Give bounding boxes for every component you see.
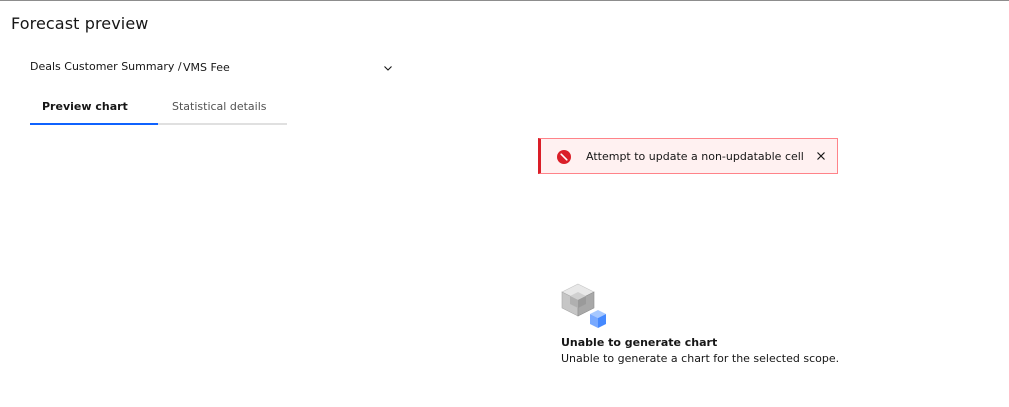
error-notification: Attempt to update a non-updatable cell — [538, 138, 838, 174]
top-divider — [0, 0, 1009, 1]
empty-state-title: Unable to generate chart — [561, 336, 718, 349]
scope-selector-row: Deals Customer Summary / VMS Fee — [30, 58, 396, 78]
scope-dropdown[interactable]: VMS Fee — [183, 58, 396, 78]
tab-statistical-details-label: Statistical details — [172, 100, 267, 113]
scope-dropdown-value: VMS Fee — [183, 61, 230, 74]
empty-state-description: Unable to generate a chart for the selec… — [561, 352, 840, 365]
error-notification-message: Attempt to update a non-updatable cell — [586, 150, 804, 163]
tab-list: Preview chart Statistical details — [30, 90, 287, 125]
tab-statistical-details[interactable]: Statistical details — [158, 90, 287, 125]
scope-path-label: Deals Customer Summary / — [30, 60, 182, 73]
tab-preview-chart-label: Preview chart — [42, 100, 128, 113]
close-icon[interactable] — [815, 150, 827, 162]
page-title: Forecast preview — [11, 14, 149, 33]
error-icon — [557, 150, 571, 164]
empty-state-cube-icon — [561, 283, 606, 328]
tab-preview-chart[interactable]: Preview chart — [30, 90, 158, 125]
chevron-down-icon — [384, 66, 392, 71]
